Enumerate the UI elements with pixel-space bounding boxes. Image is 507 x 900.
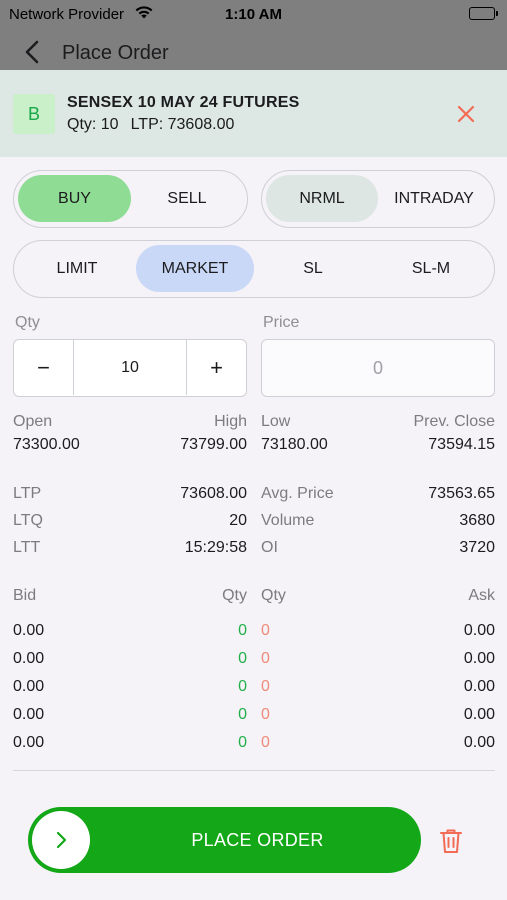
bid-price: 0.00 [13, 734, 45, 751]
high-label: High [214, 413, 247, 430]
battery-icon [469, 7, 498, 20]
instrument-symbol: SENSEX 10 MAY 24 FUTURES [67, 94, 300, 111]
avg-price-label: Avg. Price [261, 485, 334, 502]
slider-knob[interactable] [32, 811, 90, 869]
instrument-header: B SENSEX 10 MAY 24 FUTURES Qty: 10 LTP: 7… [0, 70, 507, 157]
ask-price: 0.00 [463, 678, 495, 695]
sell-option[interactable]: SELL [131, 175, 243, 222]
avg-price-value: 73563.65 [428, 485, 495, 502]
bid-qty: 0 [238, 706, 247, 723]
bid-price: 0.00 [13, 650, 45, 667]
divider [13, 770, 495, 771]
ask-qty: 0 [261, 650, 270, 667]
nrml-option[interactable]: NRML [266, 175, 378, 222]
decrement-button[interactable]: − [14, 340, 74, 395]
ltp-label: LTP [13, 485, 42, 502]
volume-label: Volume [261, 512, 315, 529]
increment-button[interactable]: + [186, 340, 246, 395]
nav-bar: Place Order [0, 30, 507, 70]
clock: 1:10 AM [225, 6, 282, 23]
place-order-button[interactable]: PLACE ORDER [28, 807, 421, 873]
ask-qty: 0 [261, 706, 270, 723]
ask-qty: 0 [261, 678, 270, 695]
bid-price: 0.00 [13, 622, 45, 639]
ltq-label: LTQ [13, 512, 43, 529]
sl-m-option[interactable]: SL-M [372, 245, 490, 292]
ask-price: 0.00 [463, 622, 495, 639]
intraday-option[interactable]: INTRADAY [378, 175, 490, 222]
high-value: 73799.00 [180, 436, 247, 453]
order-type-toggle: LIMIT MARKET SL SL-M [13, 240, 495, 298]
bid-qty: 0 [238, 650, 247, 667]
ltt-value: 15:29:58 [184, 539, 247, 556]
price-label: Price [263, 314, 300, 331]
ask-qty: 0 [261, 734, 270, 751]
ask-price: 0.00 [463, 734, 495, 751]
bid-qty: 0 [238, 734, 247, 751]
volume-value: 3680 [459, 512, 495, 529]
instrument-qty: Qty: 10 [67, 116, 119, 133]
oi-value: 3720 [459, 539, 495, 556]
qty-label: Qty [15, 314, 40, 331]
buy-option[interactable]: BUY [18, 175, 131, 222]
low-value: 73180.00 [261, 436, 328, 453]
trash-icon[interactable] [438, 827, 464, 855]
product-toggle: NRML INTRADAY [261, 170, 495, 228]
limit-option[interactable]: LIMIT [18, 245, 136, 292]
bid-price: 0.00 [13, 678, 45, 695]
bid-header: Bid [13, 587, 37, 604]
ask-qty: 0 [261, 622, 270, 639]
instrument-subline: Qty: 10 LTP: 73608.00 [67, 116, 234, 134]
ask-price: 0.00 [463, 706, 495, 723]
bid-qty-header: Qty [222, 587, 247, 604]
bid-qty: 0 [238, 678, 247, 695]
bid-price: 0.00 [13, 706, 45, 723]
quantity-input[interactable]: 10 [74, 340, 186, 395]
ltt-label: LTT [13, 539, 41, 556]
low-label: Low [261, 413, 291, 430]
buy-sell-toggle: BUY SELL [13, 170, 248, 228]
ltp-value: 73608.00 [180, 485, 247, 502]
prev-close-value: 73594.15 [428, 436, 495, 453]
side-badge: B [13, 94, 55, 134]
prev-close-label: Prev. Close [413, 413, 495, 430]
place-order-label: PLACE ORDER [191, 829, 324, 850]
quantity-stepper: − 10 + [13, 339, 247, 397]
market-option[interactable]: MARKET [136, 245, 254, 292]
close-icon[interactable] [454, 102, 478, 126]
open-value: 73300.00 [13, 436, 80, 453]
page-title: Place Order [62, 42, 169, 64]
back-chevron-icon[interactable] [20, 39, 46, 65]
ask-header: Ask [468, 587, 495, 604]
ask-qty-header: Qty [261, 587, 286, 604]
status-bar: Network Provider 1:10 AM [0, 0, 507, 30]
ask-price: 0.00 [463, 650, 495, 667]
open-label: Open [13, 413, 53, 430]
price-input[interactable]: 0 [261, 339, 495, 397]
bid-qty: 0 [238, 622, 247, 639]
chevron-right-icon [56, 831, 67, 849]
sl-option[interactable]: SL [254, 245, 372, 292]
oi-label: OI [261, 539, 278, 556]
ltq-value: 20 [229, 512, 247, 529]
instrument-ltp: LTP: 73608.00 [130, 116, 235, 133]
